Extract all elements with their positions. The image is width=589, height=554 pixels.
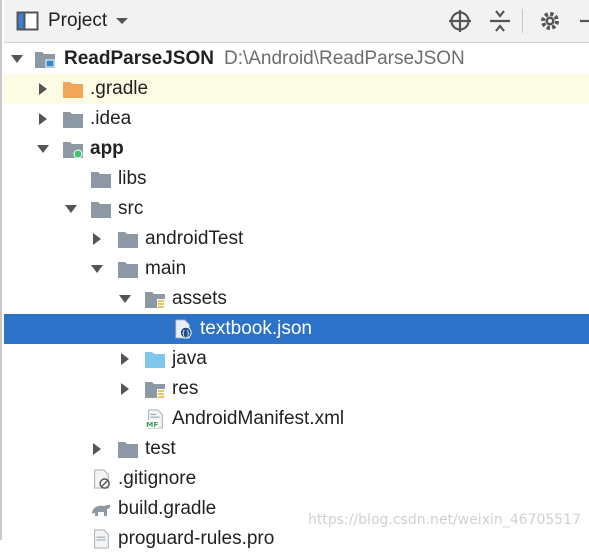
- tree-row-idea[interactable]: .idea: [4, 104, 589, 134]
- chevron-down-icon[interactable]: [118, 292, 132, 306]
- folder-icon: [118, 442, 138, 458]
- tree-item-label: main: [145, 258, 187, 279]
- chevron-right-icon[interactable]: [118, 352, 132, 366]
- tree-item-label: textbook.json: [200, 318, 312, 339]
- project-folder-icon: [35, 52, 55, 68]
- tree-row-src[interactable]: src: [4, 194, 589, 224]
- tree-row-androidmanifest[interactable]: MF AndroidManifest.xml: [4, 404, 589, 434]
- ignored-file-icon: [94, 469, 110, 489]
- svg-text:{}: {}: [181, 328, 190, 337]
- project-view-icon: [16, 11, 39, 31]
- tree-item-label: src: [118, 198, 144, 219]
- chevron-down-icon[interactable]: [64, 202, 78, 216]
- folder-icon: [118, 232, 138, 248]
- svg-text:MF: MF: [146, 420, 158, 429]
- project-path: D:\Android\ReadParseJSON: [223, 48, 465, 69]
- tree-row-test[interactable]: test: [4, 434, 589, 464]
- tree-row-main[interactable]: main: [4, 254, 589, 284]
- tree-row-res[interactable]: res: [4, 374, 589, 404]
- chevron-down-icon[interactable]: [90, 262, 104, 276]
- tree-row-gradle[interactable]: .gradle: [4, 74, 589, 104]
- tree-item-label: proguard-rules.pro: [118, 528, 275, 549]
- chevron-right-icon[interactable]: [90, 232, 104, 246]
- source-folder-icon: [145, 352, 165, 368]
- module-folder-icon: [63, 142, 83, 159]
- manifest-file-icon: MF: [145, 409, 163, 429]
- chevron-down-icon[interactable]: [10, 52, 24, 66]
- project-tree[interactable]: ReadParseJSON D:\Android\ReadParseJSON .g…: [4, 44, 589, 549]
- folder-icon: [91, 172, 111, 188]
- tree-row-java[interactable]: java: [4, 344, 589, 374]
- resource-folder-icon: [145, 382, 165, 398]
- tree-item-label: app: [90, 138, 124, 159]
- minimize-icon[interactable]: [576, 9, 589, 33]
- tree-row-androidtest[interactable]: androidTest: [4, 224, 589, 254]
- tree-item-label: .gradle: [90, 78, 149, 99]
- toolbar-separator: [522, 9, 523, 33]
- tree-item-label: ReadParseJSON D:\Android\ReadParseJSON: [64, 48, 465, 69]
- view-selector[interactable]: Project: [16, 8, 129, 34]
- tree-item-label: java: [172, 348, 207, 369]
- orange-folder-icon: [63, 82, 83, 98]
- chevron-right-icon[interactable]: [36, 82, 50, 96]
- tree-item-label: test: [145, 438, 176, 459]
- tree-item-label: AndroidManifest.xml: [172, 408, 345, 429]
- gear-icon[interactable]: [538, 9, 562, 33]
- tree-row-libs[interactable]: libs: [4, 164, 589, 194]
- locate-icon[interactable]: [448, 9, 472, 33]
- folder-icon: [91, 202, 111, 218]
- json-file-icon: {}: [175, 319, 192, 339]
- tree-row-project-root[interactable]: ReadParseJSON D:\Android\ReadParseJSON: [4, 44, 589, 74]
- resource-folder-icon: [145, 292, 165, 308]
- tree-row-gitignore[interactable]: .gitignore: [4, 464, 589, 494]
- tree-item-label: .gitignore: [118, 468, 197, 489]
- chevron-down-icon[interactable]: [36, 142, 50, 156]
- folder-icon: [63, 112, 83, 128]
- dropdown-icon[interactable]: [115, 16, 129, 26]
- tree-row-assets[interactable]: assets: [4, 284, 589, 314]
- tree-row-proguard[interactable]: proguard-rules.pro: [4, 524, 589, 554]
- project-tool-window: Project ReadParseJSON D:\Android\ReadPar…: [0, 0, 589, 549]
- tree-item-label: res: [172, 378, 199, 399]
- view-title: Project: [48, 10, 108, 31]
- tree-item-label: assets: [172, 288, 227, 309]
- watermark-text: https://blog.csdn.net/weixin_46705517: [307, 512, 581, 528]
- project-toolbar: Project: [4, 0, 589, 43]
- chevron-right-icon[interactable]: [118, 382, 132, 396]
- tree-item-label: build.gradle: [118, 498, 217, 519]
- tree-item-label: androidTest: [145, 228, 244, 249]
- tree-row-app[interactable]: app: [4, 134, 589, 164]
- chevron-right-icon[interactable]: [36, 112, 50, 126]
- gradle-file-icon: [92, 504, 111, 516]
- collapse-all-icon[interactable]: [488, 9, 512, 33]
- chevron-right-icon[interactable]: [90, 442, 104, 456]
- folder-icon: [118, 262, 138, 278]
- tree-item-label: libs: [118, 168, 147, 189]
- tree-row-textbook-json[interactable]: {} textbook.json: [4, 314, 589, 344]
- tree-item-label: .idea: [90, 108, 132, 129]
- text-file-icon: [94, 529, 109, 549]
